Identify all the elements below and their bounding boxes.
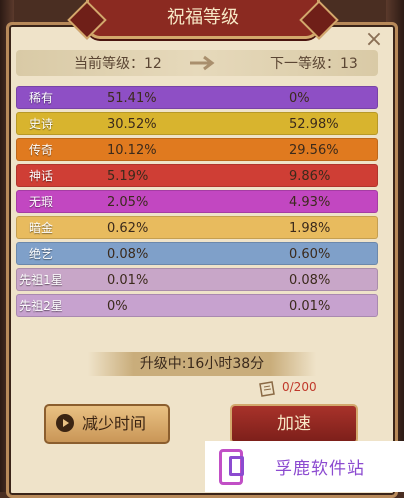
reduce-time-button[interactable]: 减少时间 (44, 404, 170, 444)
level-header: 当前等级：12 下一等级：13 (16, 50, 378, 76)
current-probability: 0.08% (107, 247, 149, 262)
panel-title: 祝福等级 (86, 0, 320, 39)
table-row: 无瑕 2.05% 4.93% (16, 190, 378, 213)
rarity-name: 史诗 (28, 117, 53, 131)
rarity-name: 先祖1星 (19, 273, 63, 287)
arrow-right-icon (190, 55, 215, 71)
current-level-label: 当前等级：12 (74, 56, 162, 72)
next-probability: 52.98% (289, 117, 339, 132)
current-probability: 2.05% (107, 195, 149, 210)
site-logo-icon (219, 449, 244, 485)
current-probability: 0% (107, 299, 128, 314)
next-level-label: 下一等级：13 (270, 56, 358, 72)
next-probability: 1.98% (289, 221, 331, 236)
close-icon[interactable]: × (362, 28, 386, 52)
table-row: 绝艺 0.08% 0.60% (16, 242, 378, 265)
item-cost: 0/200 (282, 380, 317, 394)
probability-table: 稀有 51.41% 0% 史诗 30.52% 52.98% 传奇 10.12% 29.56% 神话… (16, 86, 378, 320)
table-row: 稀有 51.41% 0% (16, 86, 378, 109)
table-row: 先祖1星 0.01% 0.08% (16, 268, 378, 291)
rarity-name: 传奇 (28, 143, 53, 157)
current-probability: 0.62% (107, 221, 149, 236)
current-probability: 51.41% (107, 91, 157, 106)
rarity-name: 暗金 (28, 221, 53, 235)
current-probability: 5.19% (107, 169, 149, 184)
table-row: 神话 5.19% 9.86% (16, 164, 378, 187)
watermark-text: 孚鹿软件站 (275, 459, 365, 479)
next-probability: 29.56% (289, 143, 339, 158)
next-probability: 0.08% (289, 273, 331, 288)
current-probability: 10.12% (107, 143, 157, 158)
reduce-time-label: 减少时间 (82, 414, 147, 433)
rarity-name: 先祖2星 (19, 299, 63, 313)
watermark: 孚鹿软件站 (205, 441, 404, 492)
next-probability: 0% (289, 91, 310, 106)
next-probability: 0.60% (289, 247, 331, 262)
next-probability: 9.86% (289, 169, 331, 184)
current-probability: 30.52% (107, 117, 157, 132)
rarity-name: 稀有 (28, 91, 53, 105)
scroll-icon (259, 381, 275, 397)
upgrade-status: 升级中:16小时38分 (88, 352, 316, 376)
table-row: 传奇 10.12% 29.56% (16, 138, 378, 161)
rarity-name: 神话 (28, 169, 53, 183)
table-row: 先祖2星 0% 0.01% (16, 294, 378, 317)
table-row: 暗金 0.62% 1.98% (16, 216, 378, 239)
rarity-name: 无瑕 (28, 195, 53, 209)
next-probability: 4.93% (289, 195, 331, 210)
speed-up-button[interactable]: 加速 (230, 404, 358, 444)
next-probability: 0.01% (289, 299, 331, 314)
rarity-name: 绝艺 (28, 247, 53, 261)
current-probability: 0.01% (107, 273, 149, 288)
play-icon (56, 414, 74, 432)
table-row: 史诗 30.52% 52.98% (16, 112, 378, 135)
